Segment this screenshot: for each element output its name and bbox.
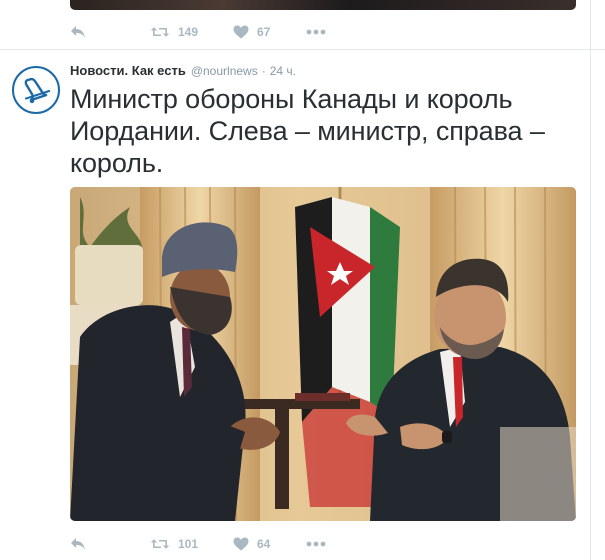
more-dots-icon [306, 541, 326, 547]
tweet-timestamp[interactable]: 24 ч. [270, 64, 296, 78]
tweet-photo[interactable] [70, 187, 576, 521]
like-button[interactable]: 67 [233, 25, 306, 39]
previous-tweet-actions: 149 67 [70, 20, 326, 44]
retweet-icon [151, 539, 169, 549]
like-count: 67 [257, 25, 271, 39]
retweet-icon [151, 27, 169, 37]
stream-border [590, 0, 591, 560]
photo-scene [70, 187, 576, 521]
previous-tweet-photo[interactable] [70, 0, 576, 10]
retweet-count: 101 [178, 537, 199, 551]
author-fullname[interactable]: Новости. Как есть [70, 63, 186, 78]
like-count: 64 [257, 537, 271, 551]
reply-button[interactable] [70, 25, 150, 39]
bell-logo-icon [24, 77, 51, 104]
retweet-button[interactable]: 101 [150, 537, 233, 551]
reply-icon [71, 538, 85, 550]
reply-button[interactable] [70, 537, 150, 551]
reply-icon [71, 26, 85, 38]
avatar[interactable] [12, 66, 60, 114]
more-button[interactable] [306, 29, 326, 35]
tweet-actions: 101 64 [70, 532, 326, 556]
retweet-count: 149 [178, 25, 199, 39]
meta-separator: · [261, 64, 266, 78]
heart-icon [233, 25, 249, 39]
like-button[interactable]: 64 [233, 537, 306, 551]
timeline: 149 67 Новости. Как есть @nourlnews · 24… [0, 0, 605, 560]
more-button[interactable] [306, 541, 326, 547]
retweet-button[interactable]: 149 [150, 25, 233, 39]
tweet-text: Министр обороны Канады и король Иордании… [70, 84, 545, 178]
heart-icon [233, 537, 249, 551]
author-username[interactable]: @nourlnews [191, 64, 258, 78]
tweet-divider [0, 49, 605, 50]
tweet-header: Новости. Как есть @nourlnews · 24 ч. [70, 63, 296, 81]
more-dots-icon [306, 29, 326, 35]
